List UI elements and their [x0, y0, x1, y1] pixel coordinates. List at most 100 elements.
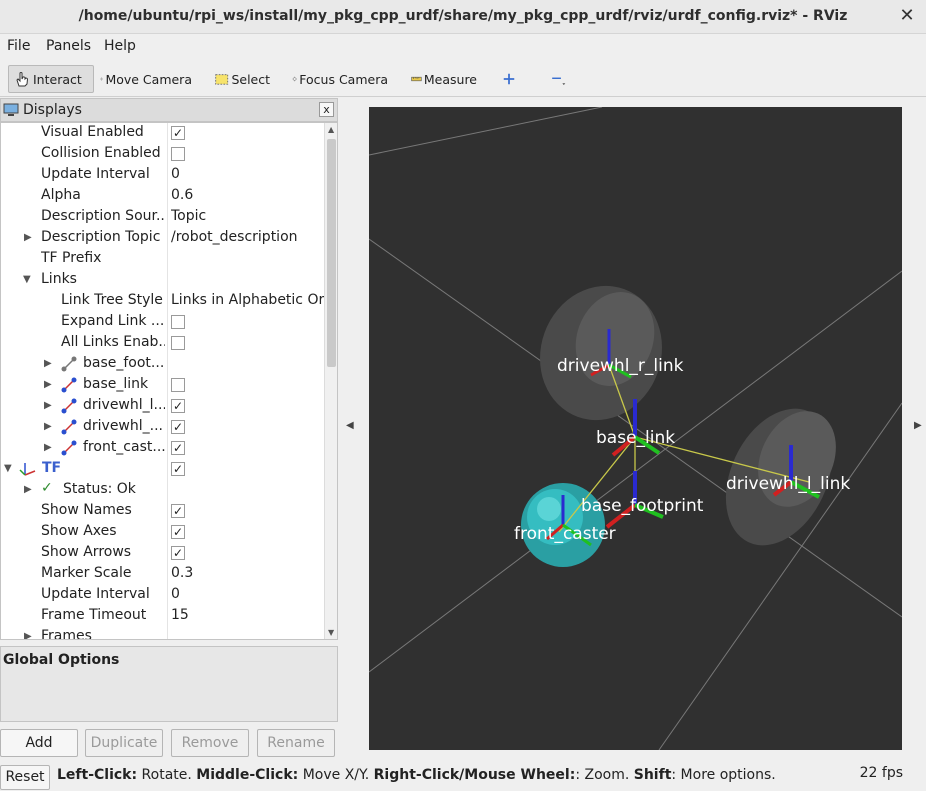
- tree-row-show-arrows[interactable]: Show Arrows ✓: [1, 543, 325, 564]
- tree-scrollbar[interactable]: ▲ ▼: [324, 123, 337, 639]
- move-camera-label: Move Camera: [105, 71, 192, 87]
- row-label: Visual Enabled: [41, 124, 144, 140]
- tree-row-tf-update-interval[interactable]: Update Interval 0: [1, 585, 325, 606]
- expand-arrow-icon[interactable]: ▶: [24, 232, 34, 244]
- drivewhl-l-checkbox[interactable]: ✓: [171, 399, 185, 413]
- label-base-footprint: base_footprint: [581, 496, 704, 516]
- shift-key: Shift: [633, 767, 672, 783]
- select-tool-button[interactable]: Select: [210, 65, 274, 93]
- collapse-arrow-icon[interactable]: ▼: [23, 274, 33, 286]
- show-names-checkbox[interactable]: ✓: [171, 504, 185, 518]
- tree-row-marker-scale[interactable]: Marker Scale 0.3: [1, 564, 325, 585]
- expand-arrow-icon[interactable]: ▶: [44, 358, 54, 370]
- row-label: base_link: [83, 376, 149, 392]
- drivewhl-r-checkbox[interactable]: ✓: [171, 420, 185, 434]
- row-label: Status: Ok: [63, 481, 136, 497]
- add-display-button[interactable]: Add: [0, 729, 78, 757]
- expand-arrow-icon[interactable]: ▶: [24, 484, 34, 496]
- displays-panel-header: Displays x: [0, 98, 338, 122]
- expand-arrow-icon[interactable]: ▶: [44, 421, 54, 433]
- row-label: Show Arrows: [41, 544, 132, 560]
- tree-row-show-axes[interactable]: Show Axes ✓: [1, 522, 325, 543]
- tree-row-drivewhl-l[interactable]: ▶ drivewhl_l... ✓: [1, 396, 325, 417]
- focus-camera-tool-button[interactable]: Focus Camera: [288, 65, 392, 93]
- collapse-arrow-icon[interactable]: ▼: [4, 463, 14, 475]
- move-camera-tool-button[interactable]: Move Camera: [96, 65, 196, 93]
- remove-tool-button[interactable]: [546, 65, 572, 93]
- focus-camera-icon: [292, 76, 297, 82]
- row-value[interactable]: 0.6: [171, 187, 325, 203]
- displays-close-icon[interactable]: x: [319, 102, 334, 117]
- row-value[interactable]: 0: [171, 166, 325, 182]
- add-tool-button[interactable]: [498, 65, 522, 93]
- collision-enabled-checkbox[interactable]: [171, 147, 185, 161]
- tf-enabled-checkbox[interactable]: ✓: [171, 462, 185, 476]
- scroll-up-icon[interactable]: ▲: [328, 125, 334, 134]
- row-value[interactable]: Topic: [171, 208, 325, 224]
- visual-enabled-checkbox[interactable]: ✓: [171, 126, 185, 140]
- tree-row-drivewhl-r[interactable]: ▶ drivewhl_... ✓: [1, 417, 325, 438]
- tree-row-alpha[interactable]: Alpha 0.6: [1, 186, 325, 207]
- tree-row-tf[interactable]: ▼ TF ✓: [1, 459, 325, 480]
- rename-display-button[interactable]: Rename: [257, 729, 335, 757]
- menu-panels[interactable]: Panels: [46, 38, 91, 54]
- row-label: Frames: [41, 628, 92, 640]
- tree-row-status[interactable]: ▶ ✓ Status: Ok: [1, 480, 325, 501]
- expand-arrow-icon[interactable]: ▶: [24, 631, 34, 639]
- row-value[interactable]: Links in Alphabetic Or...: [171, 292, 325, 308]
- tree-row-expand-link[interactable]: Expand Link ...: [1, 312, 325, 333]
- interact-tool-button[interactable]: Interact: [8, 65, 94, 93]
- row-value[interactable]: /robot_description: [171, 229, 325, 245]
- tree-row-base-link[interactable]: ▶ base_link: [1, 375, 325, 396]
- menu-file[interactable]: File: [7, 38, 30, 54]
- expand-arrow-icon[interactable]: ▶: [44, 442, 54, 454]
- tf-axes-icon: [19, 463, 36, 476]
- base-link-checkbox[interactable]: [171, 378, 185, 392]
- menu-bar: File Panels Help: [0, 34, 926, 60]
- all-links-enabled-checkbox[interactable]: [171, 336, 185, 350]
- tree-row-all-links-enabled[interactable]: All Links Enab...: [1, 333, 325, 354]
- row-label: Link Tree Style: [61, 292, 163, 308]
- reset-button[interactable]: Reset: [0, 765, 50, 790]
- expand-arrow-icon[interactable]: ▶: [44, 400, 54, 412]
- row-label: TF Prefix: [41, 250, 102, 266]
- close-window-icon[interactable]: ✕: [898, 6, 916, 26]
- expand-arrow-icon[interactable]: ▶: [44, 379, 54, 391]
- drivewhl-r-wheel: [540, 285, 662, 421]
- duplicate-display-button[interactable]: Duplicate: [85, 729, 163, 757]
- expand-link-checkbox[interactable]: [171, 315, 185, 329]
- tree-row-base-footprint[interactable]: ▶ base_foot...: [1, 354, 325, 375]
- row-label: drivewhl_...: [83, 418, 163, 434]
- front-caster-checkbox[interactable]: ✓: [171, 441, 185, 455]
- tree-row-frame-timeout[interactable]: Frame Timeout 15: [1, 606, 325, 627]
- row-value[interactable]: 0.3: [171, 565, 325, 581]
- tree-row-visual-enabled[interactable]: Visual Enabled ✓: [1, 123, 325, 144]
- show-arrows-checkbox[interactable]: ✓: [171, 546, 185, 560]
- collapse-right-panel-icon[interactable]: ▶: [914, 420, 922, 431]
- tree-row-update-interval[interactable]: Update Interval 0: [1, 165, 325, 186]
- tree-row-frames[interactable]: ▶ Frames: [1, 627, 325, 640]
- link-icon: [61, 398, 77, 414]
- render-viewport[interactable]: drivewhl_r_link base_link drivewhl_l_lin…: [369, 107, 902, 750]
- measure-tool-button[interactable]: Measure: [407, 65, 481, 93]
- tree-row-front-caster[interactable]: ▶ front_cast... ✓: [1, 438, 325, 459]
- tree-row-show-names[interactable]: Show Names ✓: [1, 501, 325, 522]
- tree-row-link-tree-style[interactable]: Link Tree Style Links in Alphabetic Or..…: [1, 291, 325, 312]
- row-value[interactable]: 15: [171, 607, 325, 623]
- tree-row-links[interactable]: ▼ Links: [1, 270, 325, 291]
- collapse-left-panel-icon[interactable]: ◀: [346, 420, 354, 431]
- scrollbar-thumb[interactable]: [327, 139, 336, 367]
- tree-row-tf-prefix[interactable]: TF Prefix: [1, 249, 325, 270]
- tree-row-description-topic[interactable]: ▶ Description Topic /robot_description: [1, 228, 325, 249]
- row-label: Links: [41, 271, 77, 287]
- link-icon: [61, 356, 77, 372]
- scroll-down-icon[interactable]: ▼: [328, 628, 334, 637]
- menu-help[interactable]: Help: [104, 38, 136, 54]
- row-value[interactable]: 0: [171, 586, 325, 602]
- tree-row-description-source[interactable]: Description Sour... Topic: [1, 207, 325, 228]
- status-help-text: Left-Click: Rotate. Middle-Click: Move X…: [57, 767, 776, 783]
- tree-row-collision-enabled[interactable]: Collision Enabled: [1, 144, 325, 165]
- show-axes-checkbox[interactable]: ✓: [171, 525, 185, 539]
- left-click-key: Left-Click:: [57, 767, 138, 783]
- remove-display-button[interactable]: Remove: [171, 729, 249, 757]
